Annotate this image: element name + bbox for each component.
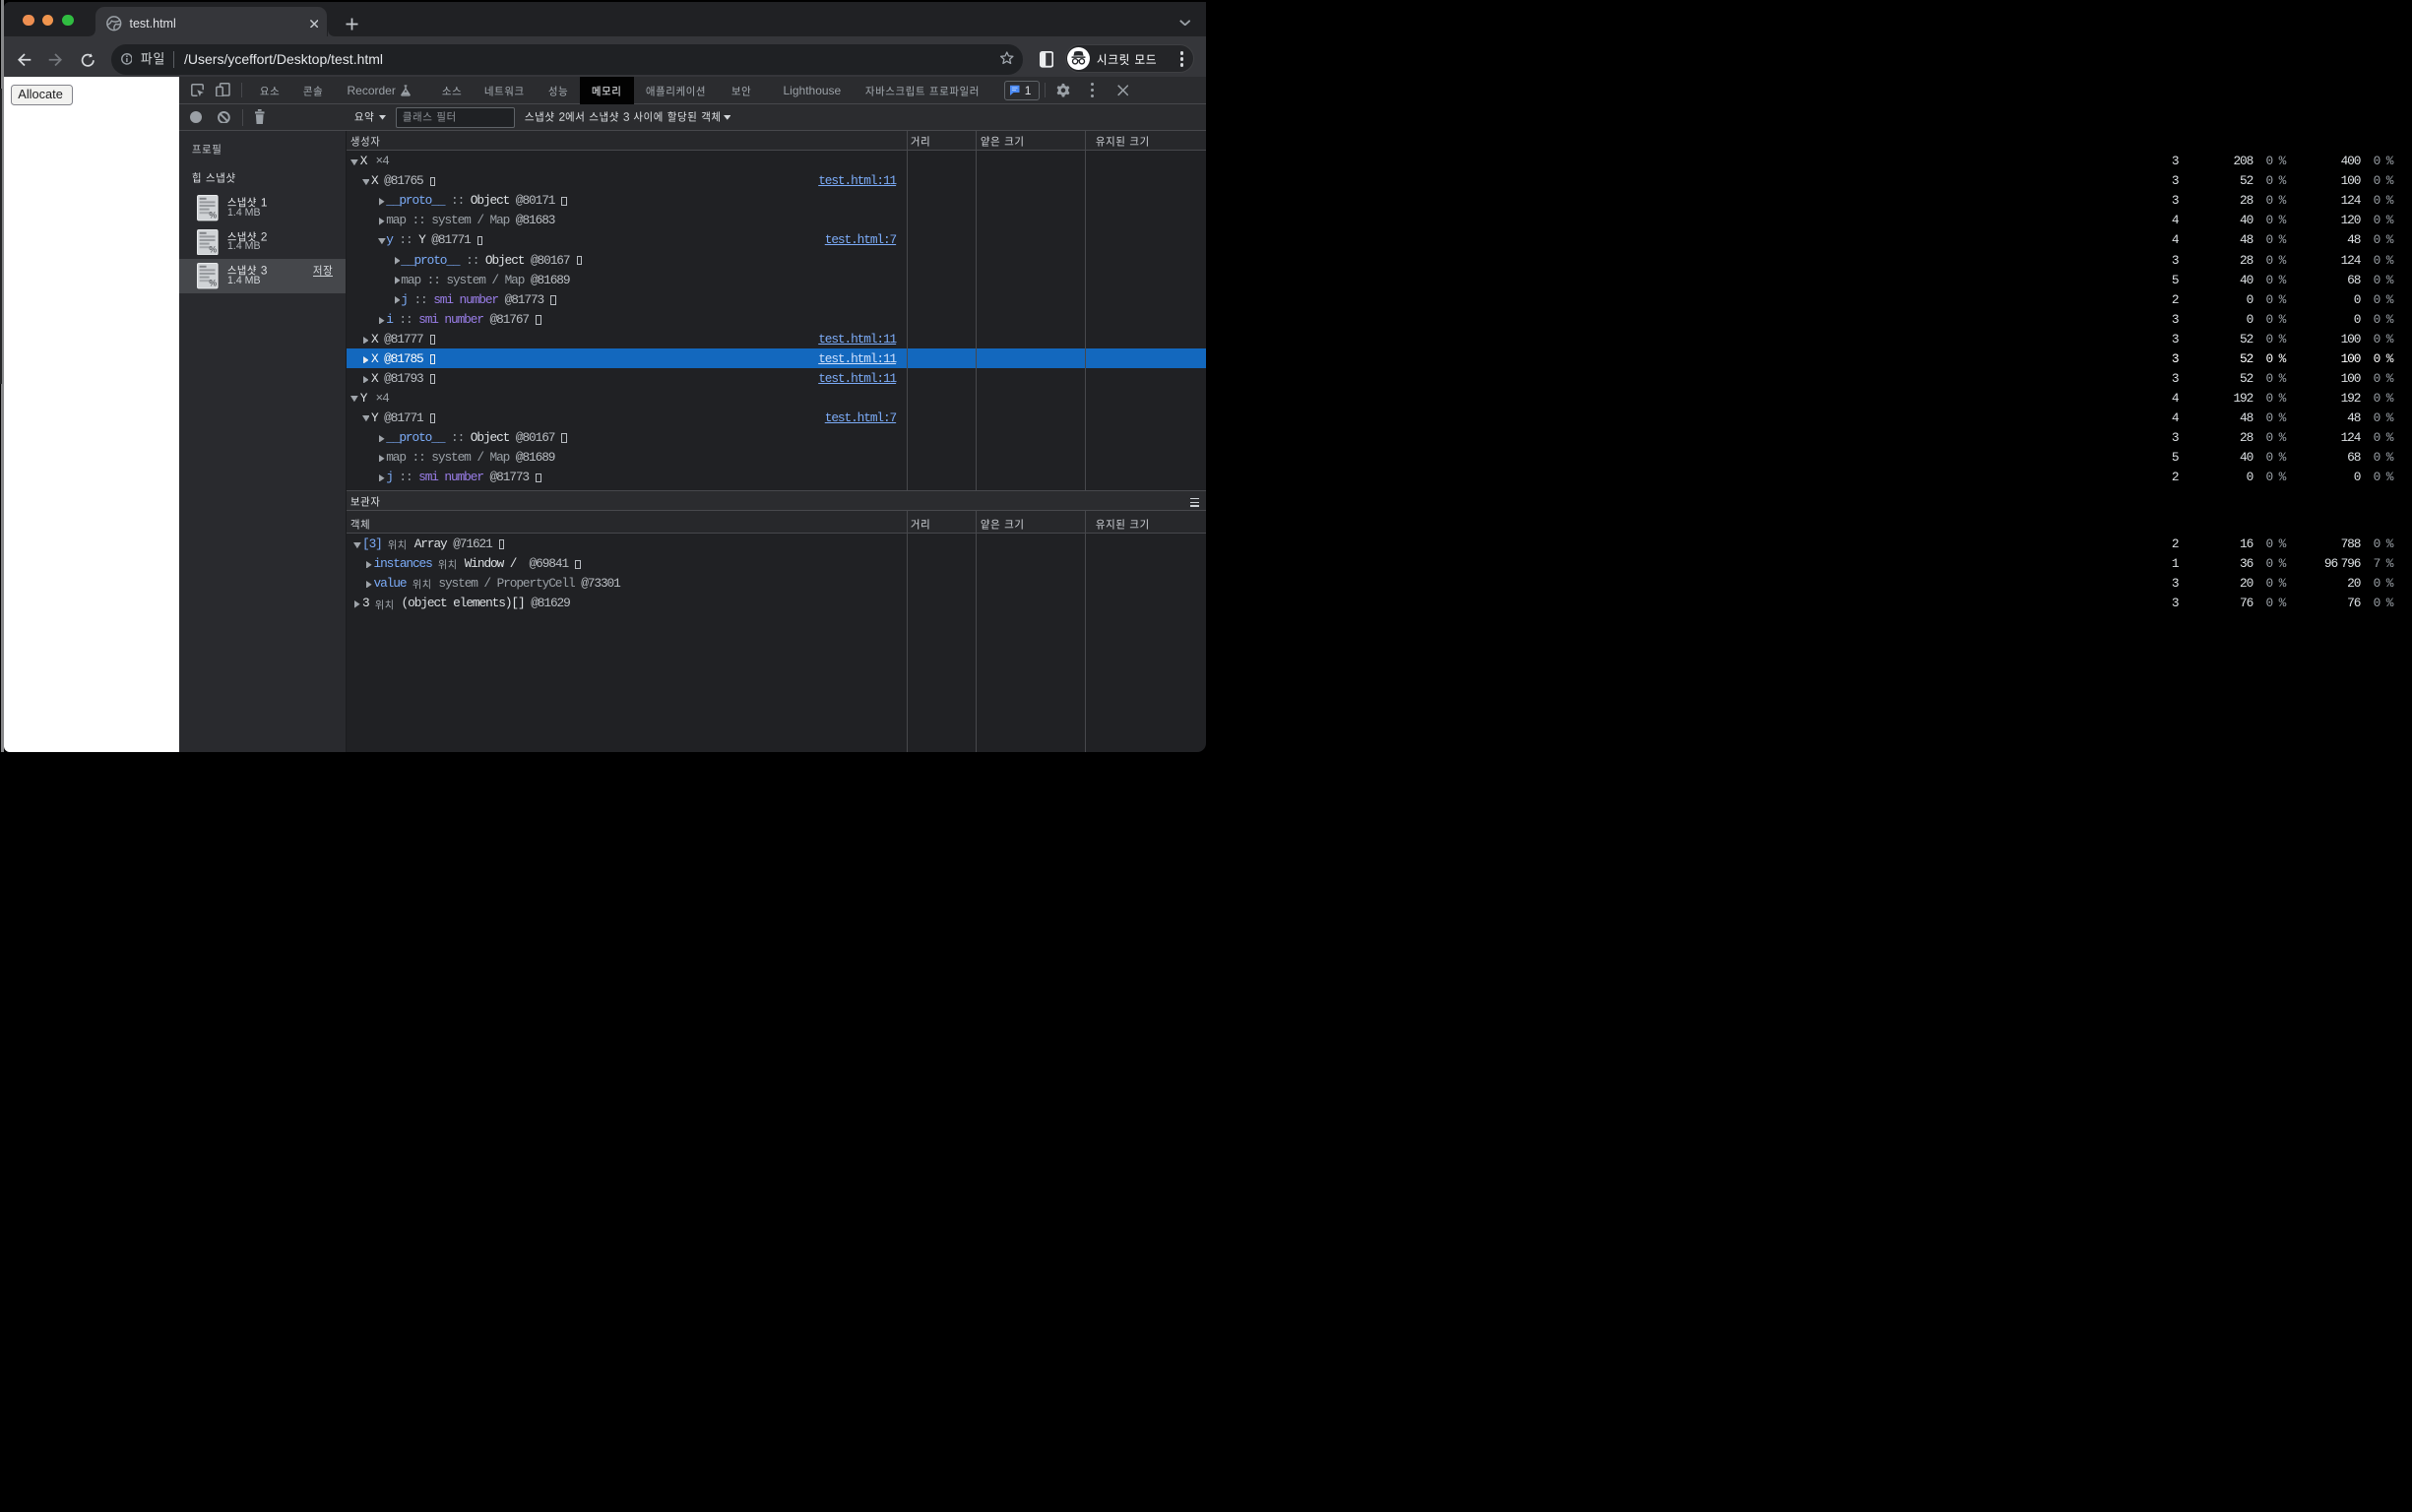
svg-text:%: %	[209, 211, 217, 220]
svg-text:%: %	[209, 279, 217, 288]
svg-text:%: %	[209, 244, 217, 254]
